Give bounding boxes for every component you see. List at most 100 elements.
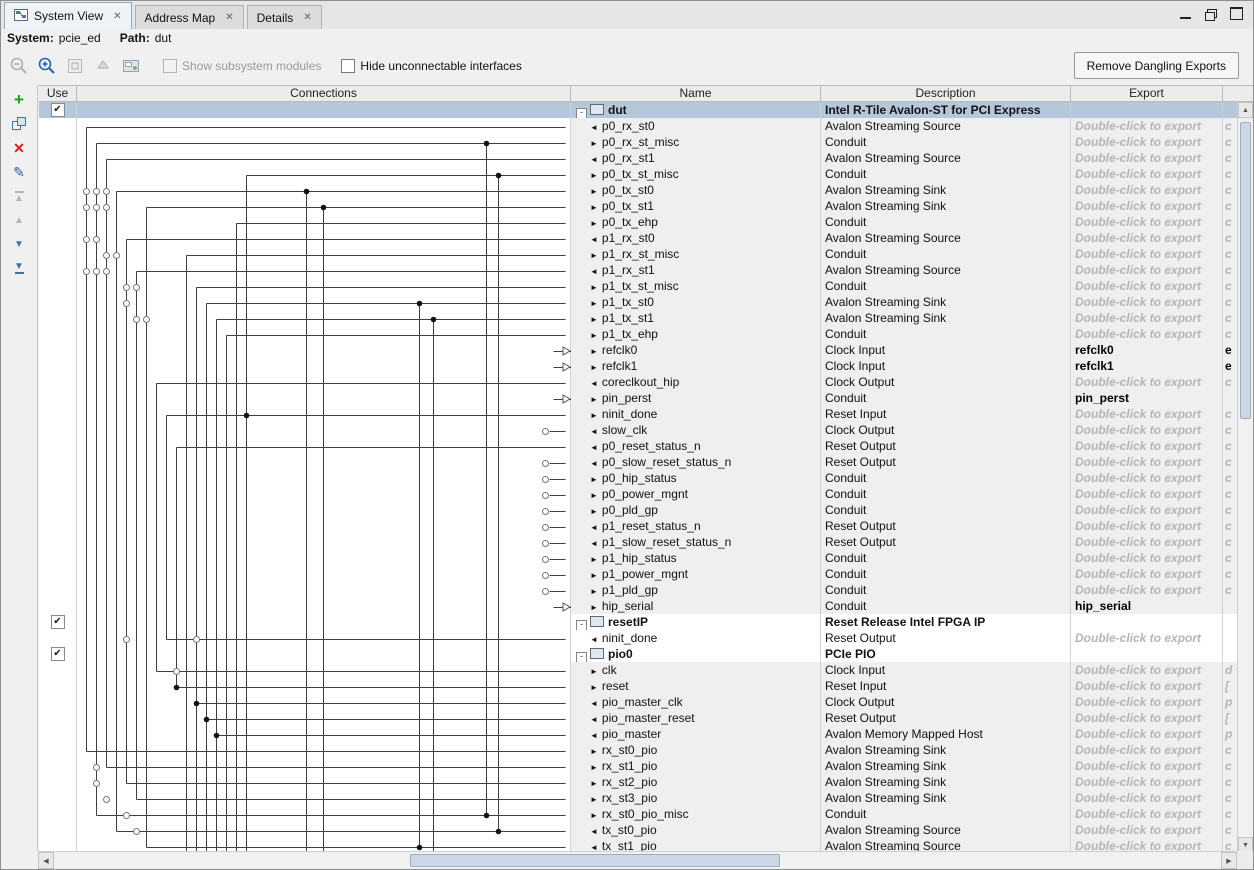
export-cell[interactable]: Double-click to export <box>1071 182 1223 198</box>
zoom-fit-icon[interactable] <box>63 54 87 78</box>
port-row[interactable]: ►clkClock InputDouble-click to exportd <box>39 662 1239 678</box>
export-cell[interactable]: Double-click to export <box>1071 422 1223 438</box>
connections-cell[interactable] <box>77 342 571 358</box>
export-cell[interactable] <box>1071 614 1223 630</box>
export-cell[interactable]: Double-click to export <box>1071 486 1223 502</box>
connections-cell[interactable] <box>77 374 571 390</box>
connections-cell[interactable] <box>77 246 571 262</box>
horizontal-scroll-thumb[interactable] <box>410 854 780 867</box>
export-cell[interactable]: Double-click to export <box>1071 118 1223 134</box>
header-connections[interactable]: Connections <box>77 86 571 101</box>
connections-cell[interactable] <box>77 118 571 134</box>
connections-cell[interactable] <box>77 198 571 214</box>
zoom-out-icon[interactable] <box>7 54 31 78</box>
port-row[interactable]: ◄p1_rx_st1Avalon Streaming SourceDouble-… <box>39 262 1239 278</box>
minimize-icon[interactable] <box>1180 9 1191 19</box>
add-button[interactable]: + <box>7 89 31 111</box>
move-down-button[interactable]: ▼ <box>7 233 31 255</box>
export-cell[interactable]: Double-click to export <box>1071 742 1223 758</box>
export-cell[interactable]: refclk1 <box>1071 358 1223 374</box>
hide-unconnectable-checkbox[interactable]: Hide unconnectable interfaces <box>341 59 521 73</box>
export-cell[interactable]: Double-click to export <box>1071 374 1223 390</box>
connections-cell[interactable] <box>77 454 571 470</box>
connections-cell[interactable] <box>77 534 571 550</box>
port-row[interactable]: ►p0_tx_st_miscConduitDouble-click to exp… <box>39 166 1239 182</box>
export-cell[interactable]: Double-click to export <box>1071 582 1223 598</box>
port-row[interactable]: ►hip_serialConduithip_serial <box>39 598 1239 614</box>
port-row[interactable]: ◄coreclkout_hipClock OutputDouble-click … <box>39 374 1239 390</box>
connections-cell[interactable] <box>77 582 571 598</box>
vertical-scroll-thumb[interactable] <box>1240 122 1251 419</box>
export-cell[interactable]: Double-click to export <box>1071 678 1223 694</box>
connections-cell[interactable] <box>77 790 571 806</box>
edit-button[interactable]: ✎ <box>7 161 31 183</box>
connections-cell[interactable] <box>77 550 571 566</box>
export-cell[interactable]: Double-click to export <box>1071 310 1223 326</box>
port-row[interactable]: ►p0_pld_gpConduitDouble-click to exportc <box>39 502 1239 518</box>
remove-dangling-exports-button[interactable]: Remove Dangling Exports <box>1074 52 1239 79</box>
connections-cell[interactable] <box>77 694 571 710</box>
close-icon[interactable]: ✕ <box>303 12 311 23</box>
export-cell[interactable]: Double-click to export <box>1071 566 1223 582</box>
export-cell[interactable]: Double-click to export <box>1071 518 1223 534</box>
connections-cell[interactable] <box>77 502 571 518</box>
port-row[interactable]: ►pin_perstConduitpin_perst <box>39 390 1239 406</box>
tab-details[interactable]: Details ✕ <box>247 5 322 29</box>
port-row[interactable]: ◄pio_master_resetReset OutputDouble-clic… <box>39 710 1239 726</box>
connections-cell[interactable] <box>77 614 571 630</box>
collapse-icon[interactable]: - <box>576 108 587 118</box>
export-cell[interactable]: Double-click to export <box>1071 790 1223 806</box>
connections-cell[interactable] <box>77 134 571 150</box>
move-up-toolbar-icon[interactable] <box>91 54 115 78</box>
connections-cell[interactable] <box>77 294 571 310</box>
port-row[interactable]: ►p1_tx_ehpConduitDouble-click to exportc <box>39 326 1239 342</box>
tab-address-map[interactable]: Address Map ✕ <box>135 5 244 29</box>
port-row[interactable]: ►ninit_doneReset InputDouble-click to ex… <box>39 406 1239 422</box>
port-row[interactable]: ►rx_st2_pioAvalon Streaming SinkDouble-c… <box>39 774 1239 790</box>
export-cell[interactable]: Double-click to export <box>1071 214 1223 230</box>
export-cell[interactable]: Double-click to export <box>1071 454 1223 470</box>
port-row[interactable]: ►p0_rx_st_miscConduitDouble-click to exp… <box>39 134 1239 150</box>
export-cell[interactable]: Double-click to export <box>1071 822 1223 838</box>
export-cell[interactable]: hip_serial <box>1071 598 1223 614</box>
port-row[interactable]: ◄p1_rx_st0Avalon Streaming SourceDouble-… <box>39 230 1239 246</box>
restore-icon[interactable] <box>1205 9 1216 19</box>
connections-cell[interactable] <box>77 406 571 422</box>
export-cell[interactable]: Double-click to export <box>1071 662 1223 678</box>
header-description[interactable]: Description <box>821 86 1071 101</box>
collapse-icon[interactable]: - <box>576 620 587 630</box>
horizontal-scrollbar[interactable]: ◀ ▶ <box>38 851 1237 869</box>
port-row[interactable]: ►p1_tx_st_miscConduitDouble-click to exp… <box>39 278 1239 294</box>
export-cell[interactable]: refclk0 <box>1071 342 1223 358</box>
duplicate-button[interactable] <box>7 113 31 135</box>
connections-cell[interactable] <box>77 598 571 614</box>
maximize-icon[interactable] <box>1230 7 1243 20</box>
connections-cell[interactable] <box>77 326 571 342</box>
export-cell[interactable]: Double-click to export <box>1071 278 1223 294</box>
move-top-button[interactable]: ▲ <box>7 185 31 207</box>
connections-cell[interactable] <box>77 646 571 662</box>
port-row[interactable]: ►refclk1Clock Inputrefclk1e <box>39 358 1239 374</box>
connections-cell[interactable] <box>77 470 571 486</box>
export-cell[interactable]: Double-click to export <box>1071 726 1223 742</box>
connections-cell[interactable] <box>77 438 571 454</box>
port-row[interactable]: ►p1_pld_gpConduitDouble-click to exportc <box>39 582 1239 598</box>
port-row[interactable]: ►p0_power_mgntConduitDouble-click to exp… <box>39 486 1239 502</box>
close-icon[interactable]: ✕ <box>225 12 233 23</box>
export-cell[interactable]: Double-click to export <box>1071 758 1223 774</box>
connections-cell[interactable] <box>77 102 571 118</box>
export-cell[interactable]: Double-click to export <box>1071 534 1223 550</box>
header-use[interactable]: Use <box>39 86 77 101</box>
port-row[interactable]: ◄p0_reset_status_nReset OutputDouble-cli… <box>39 438 1239 454</box>
connections-cell[interactable] <box>77 278 571 294</box>
port-row[interactable]: ►rx_st0_pio_miscConduitDouble-click to e… <box>39 806 1239 822</box>
port-row[interactable]: ►p1_hip_statusConduitDouble-click to exp… <box>39 550 1239 566</box>
export-cell[interactable]: Double-click to export <box>1071 774 1223 790</box>
vertical-scrollbar[interactable]: ▲ ▼ <box>1237 102 1253 853</box>
use-checkbox[interactable]: ✔ <box>51 647 65 661</box>
module-row[interactable]: ✔-resetIPReset Release Intel FPGA IP <box>39 614 1239 630</box>
connections-cell[interactable] <box>77 166 571 182</box>
connections-cell[interactable] <box>77 182 571 198</box>
connections-cell[interactable] <box>77 806 571 822</box>
export-cell[interactable]: Double-click to export <box>1071 470 1223 486</box>
